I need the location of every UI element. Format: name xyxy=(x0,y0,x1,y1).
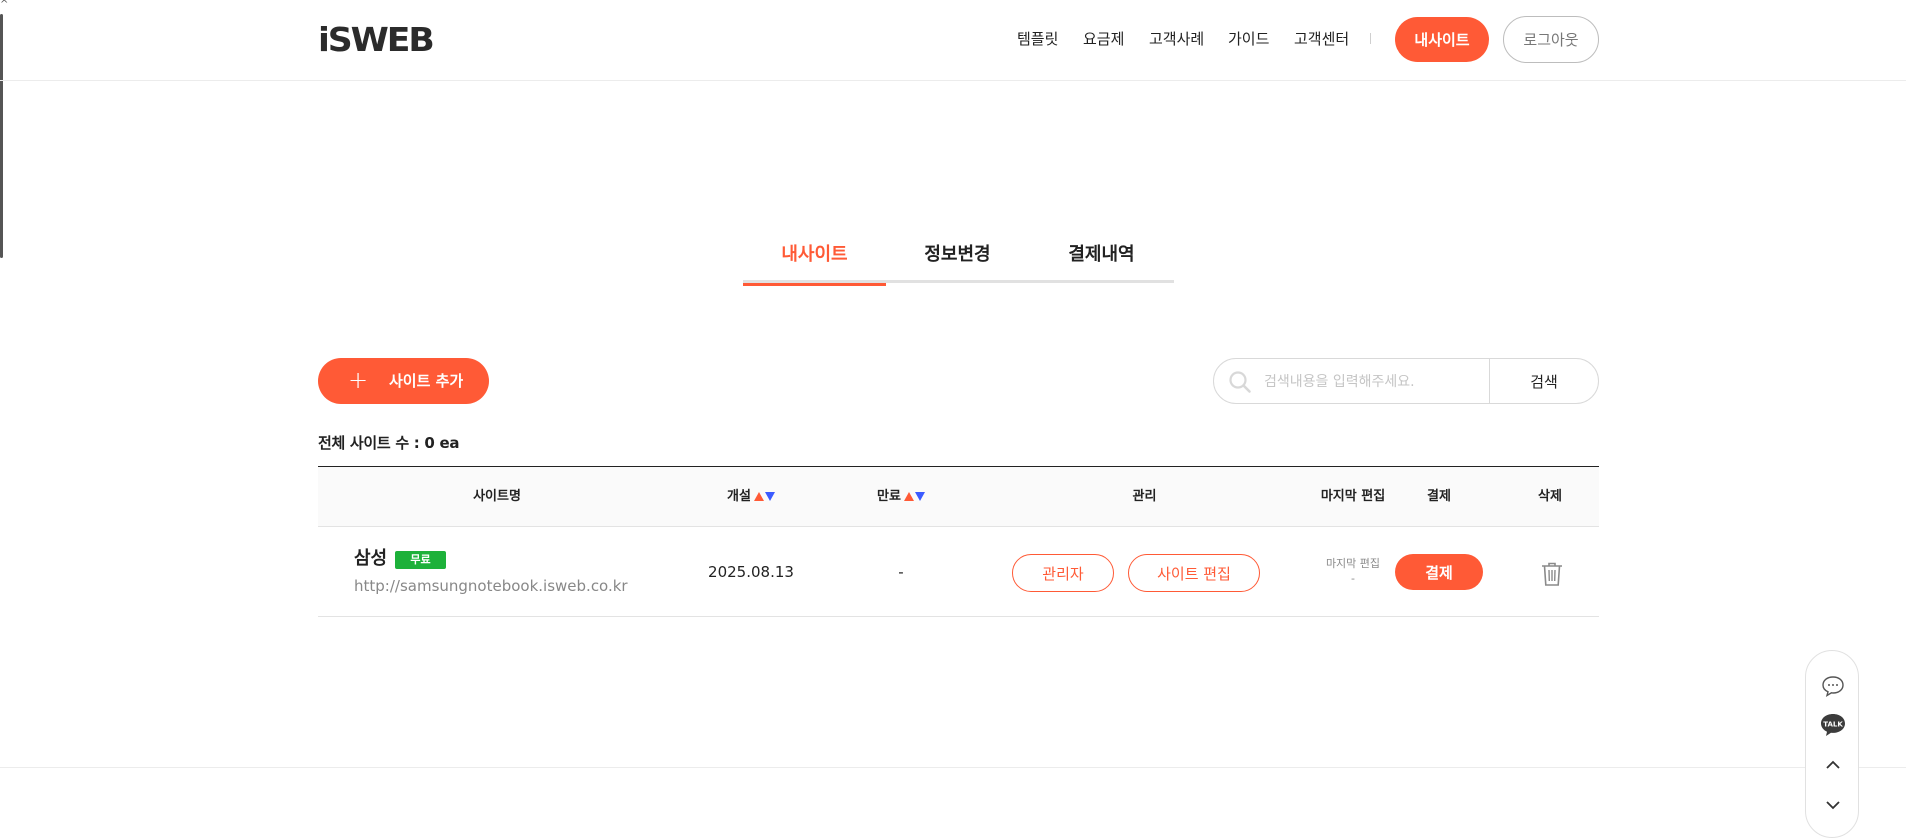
header-expires[interactable]: 만료 xyxy=(826,467,976,527)
footer-divider xyxy=(0,767,1906,768)
quick-menu: TALK xyxy=(1805,650,1859,838)
add-site-button[interactable]: + 사이트 추가 xyxy=(318,358,489,404)
sort-arrows-icon[interactable] xyxy=(903,491,925,502)
nav-item-templates[interactable]: 템플릿 xyxy=(1017,28,1058,50)
logo[interactable]: iSWEB xyxy=(318,18,435,60)
header-delete: 삭제 xyxy=(1538,489,1562,504)
site-name[interactable]: 삼성 xyxy=(354,547,387,571)
nav-item-pricing[interactable]: 요금제 xyxy=(1083,28,1124,50)
header-manage: 관리 xyxy=(1132,489,1157,504)
header-payment: 결제 xyxy=(1427,489,1451,504)
plus-icon: + xyxy=(348,366,369,394)
total-site-count: 전체 사이트 수 : 0 ea xyxy=(318,434,460,452)
site-url[interactable]: http://samsungnotebook.isweb.co.kr xyxy=(354,576,628,596)
opened-date: 2025.08.13 xyxy=(708,563,794,581)
nav-item-cases[interactable]: 고객사례 xyxy=(1149,28,1204,50)
account-tabs: 내사이트 정보변경 결제내역 xyxy=(743,238,1174,286)
trash-icon[interactable] xyxy=(1540,561,1564,587)
logo-text: iSWEB xyxy=(318,20,435,59)
site-edit-button[interactable]: 사이트 편집 xyxy=(1128,554,1260,592)
sites-table: 사이트명 개설 만료 관리 마지막 편집 결제 삭제 삼성 무료 http://… xyxy=(318,466,1599,617)
tab-payment-history[interactable]: 결제내역 xyxy=(1030,238,1173,283)
nav-item-support[interactable]: 고객센터 xyxy=(1294,28,1349,50)
sort-arrows-icon[interactable] xyxy=(753,491,775,502)
pay-button[interactable]: 결제 xyxy=(1395,554,1483,590)
chevron-down-icon[interactable] xyxy=(1818,790,1848,820)
admin-button[interactable]: 관리자 xyxy=(1012,554,1114,592)
table-row: 삼성 무료 http://samsungnotebook.isweb.co.kr… xyxy=(318,527,1599,617)
header: iSWEB 템플릿 요금제 고객사례 가이드 고객센터 내사이트 로그아웃 xyxy=(0,0,1906,81)
search-box: 검색 xyxy=(1213,358,1599,404)
svg-text:TALK: TALK xyxy=(1823,720,1843,728)
logout-button[interactable]: 로그아웃 xyxy=(1503,16,1599,63)
expires-date: - xyxy=(898,563,904,581)
nav-divider xyxy=(1370,33,1371,44)
kakao-talk-icon[interactable]: TALK xyxy=(1818,710,1848,740)
nav-item-guide[interactable]: 가이드 xyxy=(1228,28,1269,50)
header-opened[interactable]: 개설 xyxy=(676,467,826,527)
plan-badge: 무료 xyxy=(395,551,446,569)
chat-icon[interactable] xyxy=(1818,671,1848,701)
tab-my-sites[interactable]: 내사이트 xyxy=(743,238,886,286)
search-input[interactable] xyxy=(1264,369,1479,395)
chevron-up-icon[interactable] xyxy=(1818,750,1848,780)
table-header: 사이트명 개설 만료 관리 마지막 편집 결제 삭제 xyxy=(318,466,1599,527)
my-site-button[interactable]: 내사이트 xyxy=(1395,17,1489,62)
header-site-name: 사이트명 xyxy=(473,489,521,504)
add-site-label: 사이트 추가 xyxy=(389,372,464,390)
tab-account-info[interactable]: 정보변경 xyxy=(886,238,1029,283)
search-button[interactable]: 검색 xyxy=(1490,359,1598,403)
search-icon xyxy=(1229,371,1251,393)
